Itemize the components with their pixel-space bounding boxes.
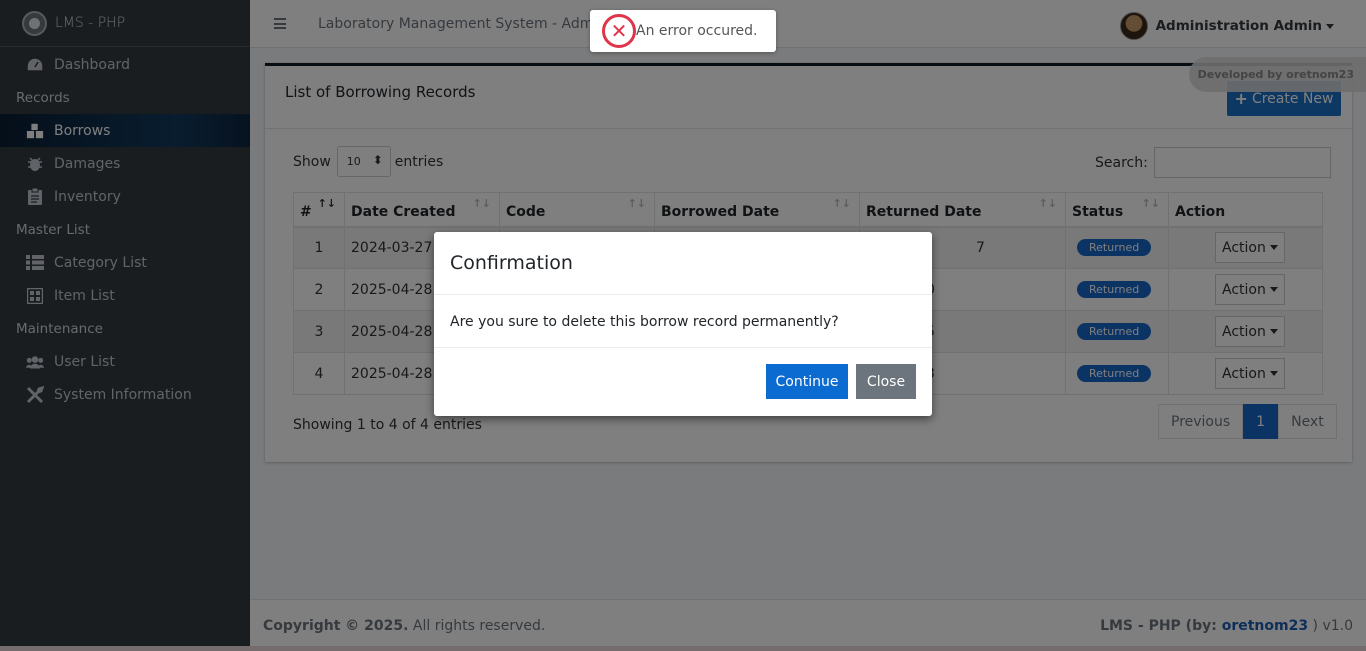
error-x-icon: ✕ [602, 14, 636, 48]
modal-footer: Continue Close [434, 348, 932, 415]
modal-body: Are you sure to delete this borrow recor… [434, 295, 932, 348]
modal-header: Confirmation [434, 232, 932, 295]
modal-title: Confirmation [450, 252, 573, 274]
close-button[interactable]: Close [856, 364, 916, 399]
toast-message: An error occured. [636, 23, 758, 39]
continue-button[interactable]: Continue [766, 364, 848, 399]
confirmation-modal: Confirmation Are you sure to delete this… [434, 232, 932, 416]
error-toast: ✕ An error occured. [590, 10, 776, 52]
